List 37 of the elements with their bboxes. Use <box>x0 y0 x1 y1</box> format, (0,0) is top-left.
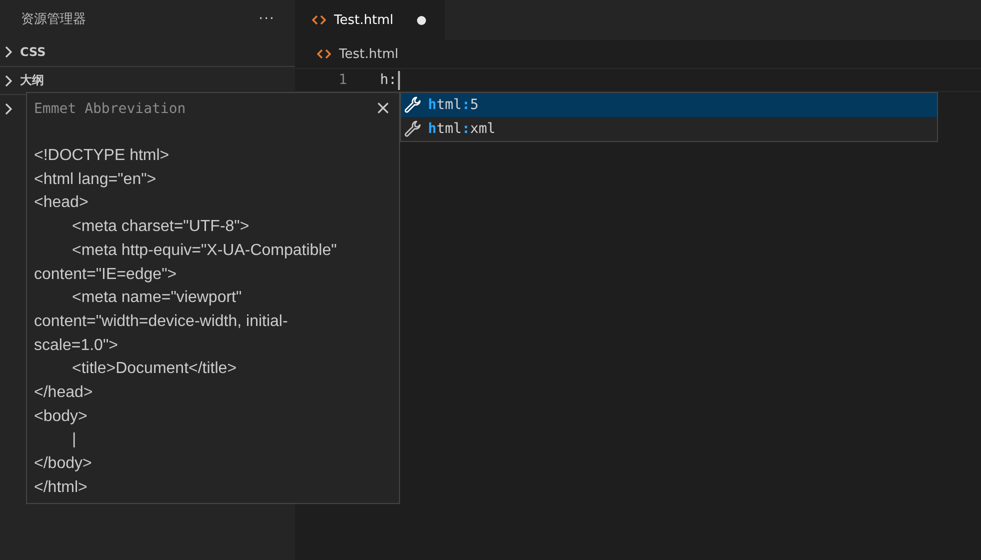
editor-tab[interactable]: Test.html <box>295 0 445 40</box>
snippet-line: <html lang="en"> <box>34 170 156 190</box>
snippet-line: <meta name="viewport" <box>71 288 242 308</box>
chevron-icon[interactable] <box>4 102 14 114</box>
snippet-line: <meta http-equiv="X-UA-Compatible" <box>71 240 337 261</box>
snippet-line: <!DOCTYPE html> <box>34 146 170 166</box>
code-brackets-icon <box>312 15 326 25</box>
suggestion-label: html:5 <box>428 97 479 113</box>
explorer-title: 资源管理器 <box>21 11 86 28</box>
snippet-line: | <box>71 430 76 450</box>
chevron-icon[interactable] <box>4 74 14 86</box>
more-actions-button[interactable]: ··· <box>258 11 275 27</box>
suggestion-item[interactable]: html:xml <box>401 117 937 141</box>
snippet-line: <head> <box>34 193 88 214</box>
snippet-line: content="width=device-width, initial- <box>34 312 288 332</box>
section-header[interactable]: 大纲 <box>20 72 44 89</box>
code-line: h: <box>380 72 397 88</box>
snippet-line: content="IE=edge"> <box>34 264 177 285</box>
line-number: 1 <box>338 72 347 88</box>
wrench-icon <box>404 120 422 138</box>
snippet-line: </head> <box>34 383 93 404</box>
snippet-line: </html> <box>34 478 88 498</box>
suggestion-item[interactable]: html:5 <box>401 93 937 117</box>
details-title: Emmet Abbreviation <box>34 100 186 116</box>
close-button[interactable]: × <box>375 99 391 118</box>
snippet-line: <meta charset="UTF-8"> <box>71 217 250 238</box>
breadcrumb-item[interactable]: Test.html <box>339 46 398 62</box>
wrench-icon <box>404 96 422 114</box>
code-brackets-icon <box>317 49 331 59</box>
snippet-line: <title>Document</title> <box>71 359 237 380</box>
snippet-line: scale=1.0"> <box>34 336 118 356</box>
suggestion-label: html:xml <box>428 121 496 137</box>
chevron-icon[interactable] <box>4 46 14 58</box>
text-cursor <box>398 70 400 90</box>
snippet-line: <body> <box>34 406 88 427</box>
snippet-line: </body> <box>34 454 92 474</box>
section-header[interactable]: CSS <box>20 45 46 59</box>
